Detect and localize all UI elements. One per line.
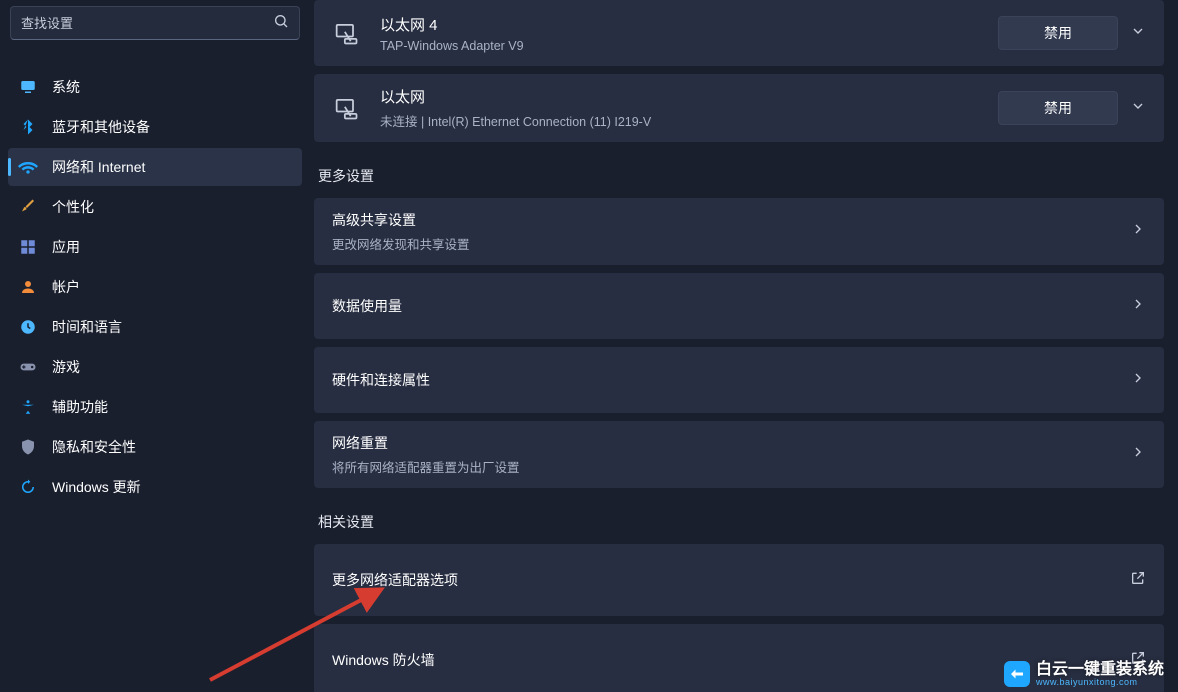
chevron-right-icon [1130, 370, 1146, 391]
sidebar-item-label: 游戏 [52, 357, 80, 377]
chevron-down-icon[interactable] [1130, 98, 1146, 119]
disable-button[interactable]: 禁用 [998, 16, 1118, 50]
sidebar-item-gamepad[interactable]: 游戏 [8, 348, 302, 386]
adapter-subtitle: 未连接 | Intel(R) Ethernet Connection (11) … [380, 111, 998, 130]
sidebar-item-label: 帐户 [52, 277, 80, 297]
main-content: 以太网 4 TAP-Windows Adapter V9 禁用 以太网 未连接 … [310, 0, 1178, 692]
ethernet-icon [332, 94, 360, 122]
settings-row-network-reset[interactable]: 网络重置 将所有网络适配器重置为出厂设置 [314, 421, 1164, 488]
monitor-icon [18, 77, 38, 97]
gamepad-icon [18, 357, 38, 377]
sidebar-item-label: 个性化 [52, 197, 94, 217]
account-icon [18, 277, 38, 297]
sidebar: 系统蓝牙和其他设备网络和 Internet 个性化应用帐户时间和语言游戏辅助功能隐… [0, 0, 310, 692]
sidebar-item-apps[interactable]: 应用 [8, 228, 302, 266]
sidebar-item-account[interactable]: 帐户 [8, 268, 302, 306]
sidebar-item-accessibility[interactable]: 辅助功能 [8, 388, 302, 426]
sidebar-item-label: 辅助功能 [52, 397, 108, 417]
settings-row-hardware-props[interactable]: 硬件和连接属性 [314, 347, 1164, 413]
brush-icon [18, 197, 38, 217]
sidebar-item-label: 蓝牙和其他设备 [52, 117, 150, 137]
accessibility-icon [18, 397, 38, 417]
sidebar-item-bluetooth[interactable]: 蓝牙和其他设备 [8, 108, 302, 146]
watermark: 白云一键重装系统 www.baiyunxitong.com [1004, 661, 1164, 688]
adapter-subtitle: TAP-Windows Adapter V9 [380, 39, 998, 53]
sidebar-item-label: 系统 [52, 77, 80, 97]
update-icon [18, 477, 38, 497]
ethernet-icon [332, 19, 360, 47]
settings-row-more-adapter-options[interactable]: 更多网络适配器选项 [314, 544, 1164, 616]
chevron-right-icon [1130, 221, 1146, 242]
search-box[interactable] [10, 6, 300, 40]
watermark-logo-icon [1004, 661, 1030, 687]
sidebar-item-label: Windows 更新 [52, 477, 141, 497]
sidebar-item-label: 应用 [52, 237, 80, 257]
adapter-title: 以太网 4 [380, 14, 998, 35]
section-heading-more: 更多设置 [318, 166, 1164, 186]
wifi-icon [18, 157, 38, 177]
sidebar-item-monitor[interactable]: 系统 [8, 68, 302, 106]
bluetooth-icon [18, 117, 38, 137]
settings-row-data-usage[interactable]: 数据使用量 [314, 273, 1164, 339]
sidebar-item-label: 隐私和安全性 [52, 437, 136, 457]
search-input[interactable] [21, 16, 273, 31]
sidebar-item-label: 时间和语言 [52, 317, 122, 337]
apps-icon [18, 237, 38, 257]
sidebar-item-label: 网络和 Internet [52, 157, 145, 177]
search-icon [273, 13, 289, 34]
clock-icon [18, 317, 38, 337]
settings-row-advanced-sharing[interactable]: 高级共享设置 更改网络发现和共享设置 [314, 198, 1164, 265]
sidebar-item-brush[interactable]: 个性化 [8, 188, 302, 226]
sidebar-item-shield[interactable]: 隐私和安全性 [8, 428, 302, 466]
adapter-card[interactable]: 以太网 未连接 | Intel(R) Ethernet Connection (… [314, 74, 1164, 142]
sidebar-item-update[interactable]: Windows 更新 [8, 468, 302, 506]
open-external-icon [1130, 570, 1146, 591]
section-heading-related: 相关设置 [318, 512, 1164, 532]
sidebar-item-wifi[interactable]: 网络和 Internet [8, 148, 302, 186]
sidebar-item-clock[interactable]: 时间和语言 [8, 308, 302, 346]
chevron-right-icon [1130, 296, 1146, 317]
chevron-down-icon[interactable] [1130, 23, 1146, 44]
adapter-card[interactable]: 以太网 4 TAP-Windows Adapter V9 禁用 [314, 0, 1164, 66]
chevron-right-icon [1130, 444, 1146, 465]
adapter-title: 以太网 [380, 86, 998, 107]
shield-icon [18, 437, 38, 457]
disable-button[interactable]: 禁用 [998, 91, 1118, 125]
